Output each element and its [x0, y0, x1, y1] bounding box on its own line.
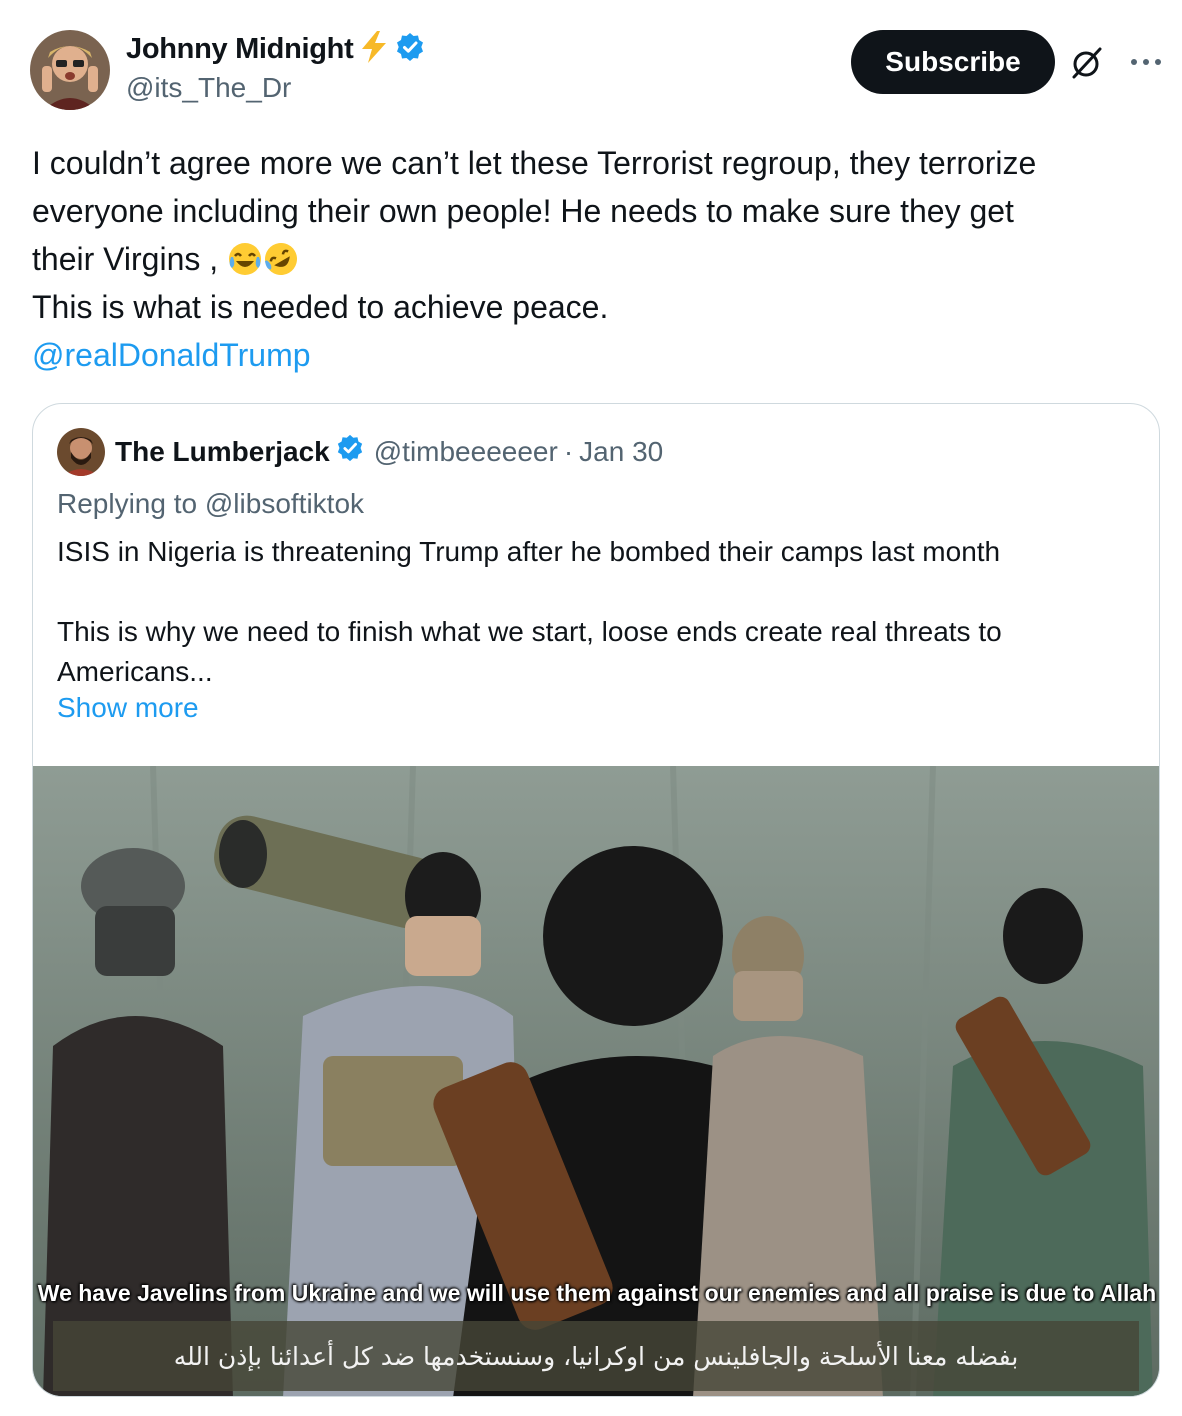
caption-english: We have Javelins from Ukraine and we wil… — [37, 1280, 1157, 1306]
replying-to-handle[interactable]: @libsoftiktok — [205, 488, 364, 519]
tweet-line-with-emojis: their Virgins , — [32, 235, 1152, 283]
tears-of-joy-emoji — [227, 241, 263, 277]
lightning-icon — [359, 30, 389, 69]
tweet-line: their Virgins , — [32, 241, 219, 277]
caption-arabic: بفضله معنا الأسلحة والجافلينس من اوكراني… — [53, 1321, 1139, 1391]
author-handle[interactable]: @its_The_Dr — [126, 72, 291, 104]
show-more-link[interactable]: Show more — [57, 692, 199, 724]
quoted-line: Americans... — [57, 656, 213, 687]
mention-link[interactable]: @realDonaldTrump — [32, 331, 1152, 379]
replying-prefix: Replying to — [57, 488, 198, 519]
grok-icon[interactable] — [1070, 46, 1104, 80]
quoted-handle[interactable]: @timbeeeeeer — [374, 436, 558, 468]
quoted-body: ISIS in Nigeria is threatening Trump aft… — [57, 532, 1137, 692]
subscribe-button[interactable]: Subscribe — [851, 30, 1055, 94]
verified-badge-icon[interactable] — [395, 32, 425, 67]
quoted-media-image[interactable]: We have Javelins from Ukraine and we wil… — [33, 766, 1159, 1396]
quoted-tweet-card[interactable]: The Lumberjack @timbeeeeeer · Jan 30 Rep… — [32, 403, 1160, 1397]
quoted-blank-line — [57, 572, 1137, 612]
author-avatar[interactable] — [30, 30, 110, 110]
quoted-author-avatar[interactable] — [57, 428, 105, 476]
meta-separator: · — [563, 435, 574, 467]
author-name-row: Johnny Midnight — [126, 30, 425, 69]
rolling-laughing-emoji — [263, 241, 299, 277]
tweet-line: everyone including their own people! He … — [32, 193, 1014, 229]
more-icon[interactable] — [1128, 52, 1164, 72]
tweet-text: I couldn’t agree more we can’t let these… — [32, 139, 1152, 379]
tweet-line: This is what is needed to achieve peace. — [32, 289, 609, 325]
tweet-line: I couldn’t agree more we can’t let these… — [32, 145, 1037, 181]
quoted-line: This is why we need to finish what we st… — [57, 616, 1002, 647]
quoted-date[interactable]: Jan 30 — [579, 436, 663, 468]
verified-badge-icon[interactable] — [336, 434, 364, 469]
quoted-line: ISIS in Nigeria is threatening Trump aft… — [57, 536, 1001, 567]
author-display-name[interactable]: Johnny Midnight — [126, 33, 354, 66]
quoted-display-name[interactable]: The Lumberjack — [115, 436, 330, 468]
quoted-header: The Lumberjack @timbeeeeeer · Jan 30 — [115, 434, 663, 469]
replying-to: Replying to @libsoftiktok — [57, 488, 364, 520]
